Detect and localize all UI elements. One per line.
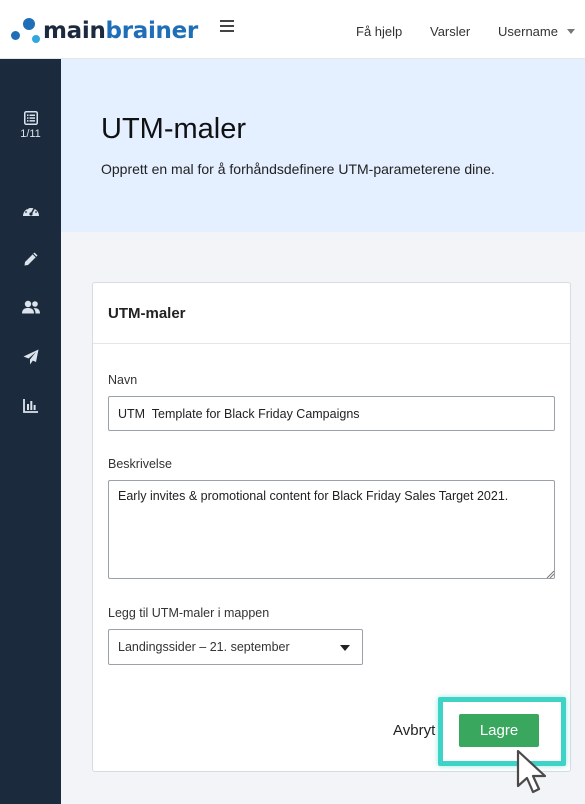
nav-help-link[interactable]: Få hjelp <box>356 24 402 39</box>
folder-label: Legg til UTM-maler i mappen <box>108 606 270 620</box>
sidebar-item-reports[interactable] <box>0 398 61 413</box>
menu-toggle-icon[interactable] <box>220 20 234 32</box>
page-banner: UTM-maler Opprett en mal for å forhåndsd… <box>61 59 585 232</box>
description-textarea[interactable]: Early invites & promotional content for … <box>108 480 555 579</box>
folder-select[interactable]: Landingssider – 21. september <box>108 629 363 665</box>
sidebar-item-dashboard[interactable] <box>0 203 61 218</box>
mouse-pointer-icon <box>516 749 547 794</box>
sidebar-item-send[interactable] <box>0 349 61 365</box>
folder-select-value: Landingssider – 21. september <box>118 640 290 654</box>
name-input[interactable] <box>108 396 555 431</box>
users-icon <box>21 300 40 314</box>
bar-chart-icon <box>22 399 38 413</box>
cancel-button[interactable]: Avbryt <box>393 722 441 739</box>
top-header: mainbrainer Få hjelp Varsler Username <box>0 0 585 59</box>
dashboard-gauge-icon <box>22 206 39 216</box>
dropdown-arrow-icon <box>340 645 350 651</box>
logo-mark-icon <box>9 16 43 46</box>
sidebar-item-contacts[interactable] <box>0 300 61 314</box>
logo-wordmark: mainbrainer <box>43 17 198 44</box>
user-menu[interactable]: Username <box>498 24 575 39</box>
name-label: Navn <box>108 373 138 387</box>
sidebar-item-edit[interactable] <box>0 251 61 267</box>
mainbrainer-logo[interactable]: mainbrainer <box>9 13 198 49</box>
page-subtitle: Opprett en mal for å forhåndsdefinere UT… <box>101 161 495 177</box>
chevron-down-icon <box>566 29 575 34</box>
save-button[interactable]: Lagre <box>459 714 539 747</box>
sidebar-item-list[interactable]: 1/11 <box>0 111 61 140</box>
sidebar-counter: 1/11 <box>20 128 41 140</box>
sidebar: 1/11 <box>0 59 61 804</box>
list-icon <box>23 111 38 125</box>
page-title: UTM-maler <box>101 113 246 145</box>
nav-alerts-link[interactable]: Varsler <box>430 24 470 39</box>
username-label: Username <box>498 24 558 39</box>
description-label: Beskrivelse <box>108 457 172 471</box>
paper-plane-icon <box>23 349 38 365</box>
resize-handle-icon[interactable] <box>546 570 554 578</box>
pencil-icon <box>24 252 37 266</box>
card-title: UTM-maler <box>93 283 570 344</box>
